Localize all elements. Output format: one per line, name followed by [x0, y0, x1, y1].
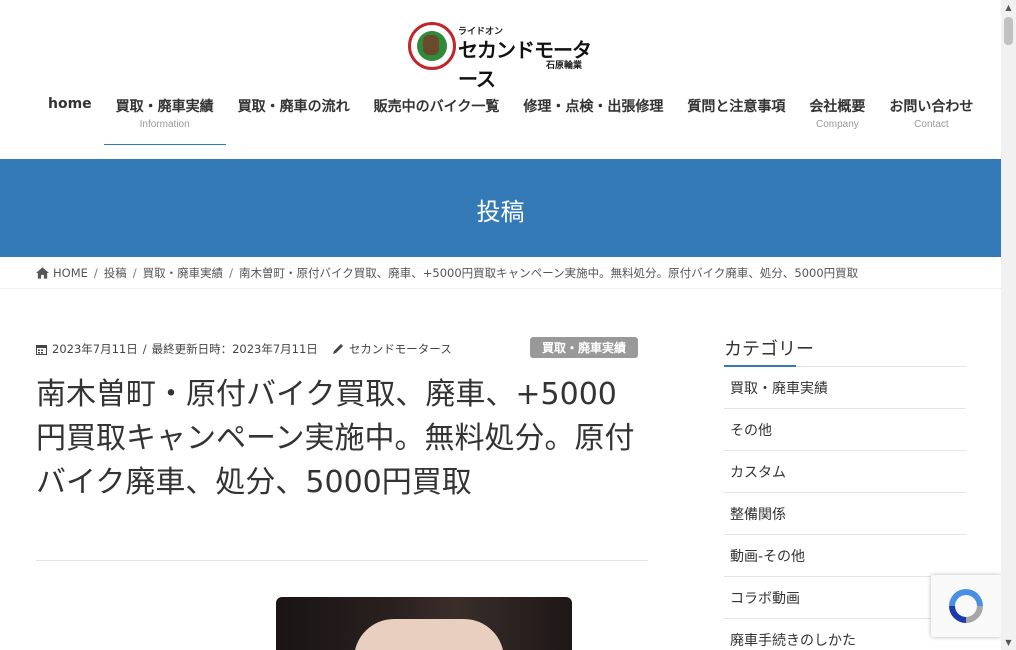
breadcrumb: HOME / 投稿 / 買取・廃車実績 / 南木曽町・原付バイク買取、廃車、+5… — [0, 257, 1001, 289]
category-item[interactable]: 動画-その他 — [724, 535, 966, 577]
category-item[interactable]: 買取・廃車実績 — [724, 367, 966, 409]
recaptcha-icon — [949, 589, 983, 623]
page-title: 投稿 — [476, 198, 525, 226]
category-list: 買取・廃車実績 その他 カスタム 整備関係 動画-その他 コラボ動画 廃車手続き… — [724, 367, 966, 650]
post-updated-label: 最終更新日時： — [151, 342, 233, 356]
post-meta: 2023年7月11日 / 最終更新日時： 2023年7月11日 セカンドモーター… — [36, 341, 452, 357]
recaptcha-badge[interactable] — [931, 575, 1001, 637]
post-featured-image — [276, 597, 572, 650]
post-title: 南木曽町・原付バイク買取、廃車、+5000円買取キャンペーン実施中。無料処分。原… — [36, 377, 635, 500]
calendar-icon — [36, 344, 47, 355]
pencil-icon — [332, 344, 343, 354]
category-item[interactable]: 廃車手続きのしかた — [724, 619, 966, 650]
nav-item-label: 買取・廃車実績 — [115, 99, 214, 115]
nav-item-label: お問い合わせ — [889, 99, 974, 115]
breadcrumb-home-link[interactable]: HOME — [53, 266, 88, 280]
nav-item-label: 修理・点検・出張修理 — [523, 99, 664, 115]
nav-item-contact[interactable]: お問い合わせ Contact — [877, 88, 985, 145]
nav-item-label: 質問と注意事項 — [687, 99, 786, 115]
home-icon — [36, 266, 49, 279]
category-item[interactable]: その他 — [724, 409, 966, 451]
page-banner: 投稿 — [0, 159, 1001, 257]
post-main: 2023年7月11日 / 最終更新日時： 2023年7月11日 セカンドモーター… — [36, 289, 648, 650]
category-item[interactable]: カスタム — [724, 451, 966, 493]
nav-item-label: 販売中のバイク一覧 — [373, 99, 500, 115]
logo-sub-text: 石原輪業 — [546, 61, 583, 71]
breadcrumb-link-category[interactable]: 買取・廃車実績 — [143, 265, 224, 281]
nav-item-repair[interactable]: 修理・点検・出張修理 — [511, 88, 675, 145]
post-updated-date: 2023年7月11日 — [232, 342, 318, 356]
scrollbar-thumb[interactable] — [1004, 17, 1013, 45]
nav-item-company[interactable]: 会社概要 Company — [797, 88, 877, 145]
nav-item-information[interactable]: 買取・廃車実績 Information — [103, 88, 226, 145]
nav-item-sublabel: Company — [816, 119, 859, 130]
breadcrumb-separator: / — [93, 265, 98, 280]
nav-item-home[interactable]: home — [36, 88, 104, 145]
nav-item-label: 会社概要 — [809, 99, 866, 115]
title-divider — [36, 560, 648, 561]
nav-item-faq[interactable]: 質問と注意事項 — [675, 88, 797, 145]
site-header: ライドオン セカンドモータース 石原輪業 home 買取・廃車実績 Inform… — [0, 0, 1001, 159]
nav-item-label: 買取・廃車の流れ — [237, 99, 350, 115]
post-category-badge[interactable]: 買取・廃車実績 — [530, 337, 639, 358]
main-nav: home 買取・廃車実績 Information 買取・廃車の流れ 販売中のバイ… — [36, 88, 985, 148]
nav-item-sublabel: Contact — [914, 119, 949, 130]
category-item[interactable]: 整備関係 — [724, 493, 966, 535]
category-item[interactable]: コラボ動画 — [724, 577, 966, 619]
post-author[interactable]: セカンドモータース — [349, 341, 452, 357]
breadcrumb-link-posts[interactable]: 投稿 — [104, 265, 127, 281]
scroll-up-arrow-icon[interactable]: ▲ — [1001, 0, 1016, 15]
page-scrollbar[interactable]: ▲ ▼ — [1001, 0, 1016, 650]
sidebar-title: カテゴリー — [724, 339, 814, 360]
breadcrumb-current: 南木曽町・原付バイク買取、廃車、+5000円買取キャンペーン実施中。無料処分。原… — [239, 265, 859, 280]
breadcrumb-separator: / — [229, 265, 234, 280]
nav-item-sublabel: Information — [139, 119, 190, 130]
nav-item-flow[interactable]: 買取・廃車の流れ — [226, 88, 362, 145]
nav-item-bikes-for-sale[interactable]: 販売中のバイク一覧 — [362, 88, 512, 145]
post-published-date: 2023年7月11日 — [52, 342, 138, 356]
logo-emblem — [408, 22, 456, 70]
site-logo[interactable]: ライドオン セカンドモータース 石原輪業 — [406, 20, 596, 91]
scroll-down-arrow-icon[interactable]: ▼ — [1001, 635, 1016, 650]
breadcrumb-separator: / — [132, 265, 137, 280]
nav-item-label: home — [48, 96, 92, 112]
